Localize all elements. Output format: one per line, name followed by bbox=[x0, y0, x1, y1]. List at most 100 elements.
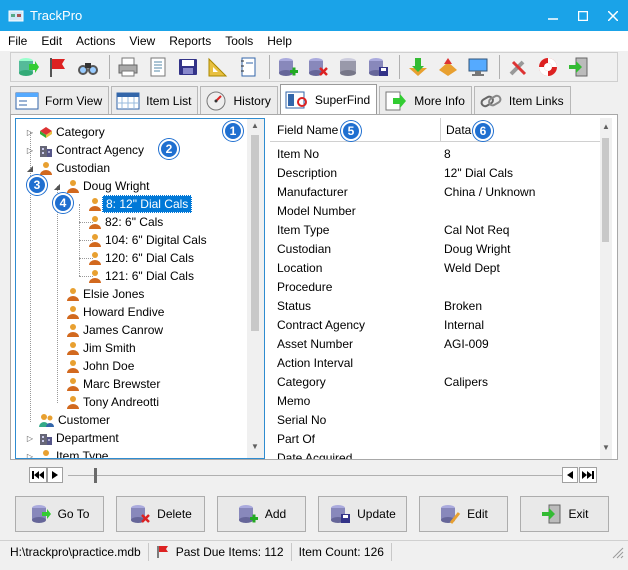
data-value-cell[interactable]: Internal bbox=[444, 318, 484, 332]
close-button[interactable] bbox=[598, 0, 628, 31]
maximize-button[interactable] bbox=[568, 0, 598, 31]
grid-row[interactable]: Category Calipers bbox=[270, 373, 600, 392]
tree-node[interactable]: 120: 6" Dial Cals bbox=[74, 249, 197, 267]
toolbar-exit-button[interactable] bbox=[565, 54, 591, 80]
tab-superfind[interactable]: SuperFind bbox=[279, 84, 378, 114]
tree-node[interactable]: Elsie Jones bbox=[52, 285, 147, 303]
record-slider-track[interactable] bbox=[68, 475, 562, 476]
grid-row[interactable]: Status Broken bbox=[270, 297, 600, 316]
toolbar-delete-button[interactable] bbox=[305, 54, 331, 80]
data-value-cell[interactable]: Doug Wright bbox=[444, 242, 510, 256]
tree-node[interactable]: 121: 6" Dial Cals bbox=[74, 267, 197, 285]
grid-row[interactable]: Description 12" Dial Cals bbox=[270, 164, 600, 183]
column-field-name[interactable]: Field Name bbox=[277, 118, 338, 142]
menu-help[interactable]: Help bbox=[267, 34, 292, 48]
menu-tools[interactable]: Tools bbox=[225, 34, 253, 48]
update-button[interactable]: Update bbox=[318, 496, 407, 532]
tree-node[interactable]: 82: 6" Cals bbox=[74, 213, 166, 231]
toolbar-help-button[interactable] bbox=[535, 54, 561, 80]
scroll-down-icon[interactable]: ▼ bbox=[249, 442, 261, 451]
grid-row[interactable]: Date Acquired bbox=[270, 449, 600, 459]
toolbar-document-button[interactable] bbox=[145, 54, 171, 80]
toolbar-database-button[interactable] bbox=[335, 54, 361, 80]
toolbar-monitor-button[interactable] bbox=[465, 54, 491, 80]
category-tree[interactable]: ▷ Category ▷ Contract Agency ◢ Custodian ◢ Doug… bbox=[15, 118, 265, 459]
tab-item-list[interactable]: Item List bbox=[111, 86, 199, 114]
grid-row[interactable]: Manufacturer China / Unknown bbox=[270, 183, 600, 202]
toolbar-flag-button[interactable] bbox=[45, 54, 71, 80]
tree-node[interactable]: ▷ Category bbox=[25, 123, 108, 141]
data-value-cell[interactable]: AGI-009 bbox=[444, 337, 489, 351]
toolbar-save-button[interactable] bbox=[175, 54, 201, 80]
tree-node[interactable]: Customer bbox=[25, 411, 113, 429]
toolbar-ruler-button[interactable] bbox=[205, 54, 231, 80]
menu-edit[interactable]: Edit bbox=[41, 34, 62, 48]
toolbar-go-forward-button[interactable] bbox=[15, 54, 41, 80]
menu-view[interactable]: View bbox=[129, 34, 155, 48]
grid-row[interactable]: Custodian Doug Wright bbox=[270, 240, 600, 259]
expand-icon[interactable]: ▷ bbox=[25, 452, 35, 459]
previous-record-button[interactable] bbox=[562, 467, 578, 483]
tree-node[interactable]: ▷ Department bbox=[25, 429, 122, 447]
grid-row[interactable]: Asset Number AGI-009 bbox=[270, 335, 600, 354]
grid-row[interactable]: Procedure bbox=[270, 278, 600, 297]
data-value-cell[interactable]: Calipers bbox=[444, 375, 488, 389]
grid-row[interactable]: Item Type Cal Not Req bbox=[270, 221, 600, 240]
collapse-icon[interactable]: ◢ bbox=[52, 182, 62, 191]
next-record-button[interactable] bbox=[47, 467, 63, 483]
toolbar-wrench-button[interactable] bbox=[505, 54, 531, 80]
expand-icon[interactable]: ▷ bbox=[25, 434, 35, 443]
collapse-icon[interactable]: ◢ bbox=[25, 164, 35, 173]
grid-scroll-thumb[interactable] bbox=[602, 138, 609, 242]
grid-row[interactable]: Model Number bbox=[270, 202, 600, 221]
add-button[interactable]: Add bbox=[217, 496, 306, 532]
toolbar-save-database-button[interactable] bbox=[365, 54, 391, 80]
record-slider-thumb[interactable] bbox=[94, 468, 97, 483]
scroll-down-icon[interactable]: ▼ bbox=[600, 443, 612, 452]
menu-reports[interactable]: Reports bbox=[169, 34, 211, 48]
toolbar-notebook-button[interactable] bbox=[235, 54, 261, 80]
tree-node[interactable]: John Doe bbox=[52, 357, 137, 375]
tab-item-links[interactable]: Item Links bbox=[473, 86, 571, 114]
column-divider[interactable] bbox=[440, 118, 441, 142]
tree-scrollbar[interactable]: ▲ ▼ bbox=[247, 119, 264, 458]
tab-form-view[interactable]: Form View bbox=[10, 86, 110, 114]
data-value-cell[interactable]: 8 bbox=[444, 147, 451, 161]
tree-node[interactable]: 104: 6" Digital Cals bbox=[74, 231, 210, 249]
grid-row[interactable]: Serial No bbox=[270, 411, 600, 430]
data-value-cell[interactable]: China / Unknown bbox=[444, 185, 535, 199]
grid-row[interactable]: Item No 8 bbox=[270, 145, 600, 164]
tree-node[interactable]: 8: 12" Dial Cals bbox=[74, 195, 193, 213]
column-data[interactable]: Data bbox=[446, 118, 471, 142]
data-value-cell[interactable]: 12" Dial Cals bbox=[444, 166, 513, 180]
tree-node[interactable]: James Canrow bbox=[52, 321, 166, 339]
scroll-up-icon[interactable]: ▲ bbox=[600, 122, 612, 131]
data-value-cell[interactable]: Weld Dept bbox=[444, 261, 500, 275]
tree-scroll-thumb[interactable] bbox=[251, 135, 259, 331]
grid-row[interactable]: Action Interval bbox=[270, 354, 600, 373]
tree-node[interactable]: ◢ Doug Wright bbox=[52, 177, 152, 195]
toolbar-binoculars-button[interactable] bbox=[75, 54, 101, 80]
tree-node[interactable]: ▷ Contract Agency bbox=[25, 141, 147, 159]
grid-row[interactable]: Location Weld Dept bbox=[270, 259, 600, 278]
grid-row[interactable]: Contract Agency Internal bbox=[270, 316, 600, 335]
data-value-cell[interactable]: Broken bbox=[444, 299, 482, 313]
first-record-button[interactable] bbox=[29, 467, 47, 483]
exit-button[interactable]: Exit bbox=[520, 496, 609, 532]
field-data-grid[interactable]: Field Name Data Item No 8 Description 12" D… bbox=[270, 118, 612, 459]
tree-node[interactable]: ▷ Item Type bbox=[25, 447, 111, 459]
grid-scrollbar[interactable]: ▲ ▼ bbox=[600, 118, 612, 459]
toolbar-import-button[interactable] bbox=[435, 54, 461, 80]
minimize-button[interactable] bbox=[538, 0, 568, 31]
data-value-cell[interactable]: Cal Not Req bbox=[444, 223, 509, 237]
tree-node[interactable]: Marc Brewster bbox=[52, 375, 163, 393]
toolbar-add-button[interactable] bbox=[275, 54, 301, 80]
tab-more-info[interactable]: More Info bbox=[379, 86, 472, 114]
toolbar-download-button[interactable] bbox=[405, 54, 431, 80]
goto-button[interactable]: Go To bbox=[15, 496, 104, 532]
scroll-up-icon[interactable]: ▲ bbox=[249, 121, 261, 130]
expand-icon[interactable]: ▷ bbox=[25, 146, 35, 155]
tree-node[interactable]: Howard Endive bbox=[52, 303, 167, 321]
resize-grip-icon[interactable] bbox=[610, 545, 624, 559]
last-record-button[interactable] bbox=[579, 467, 597, 483]
